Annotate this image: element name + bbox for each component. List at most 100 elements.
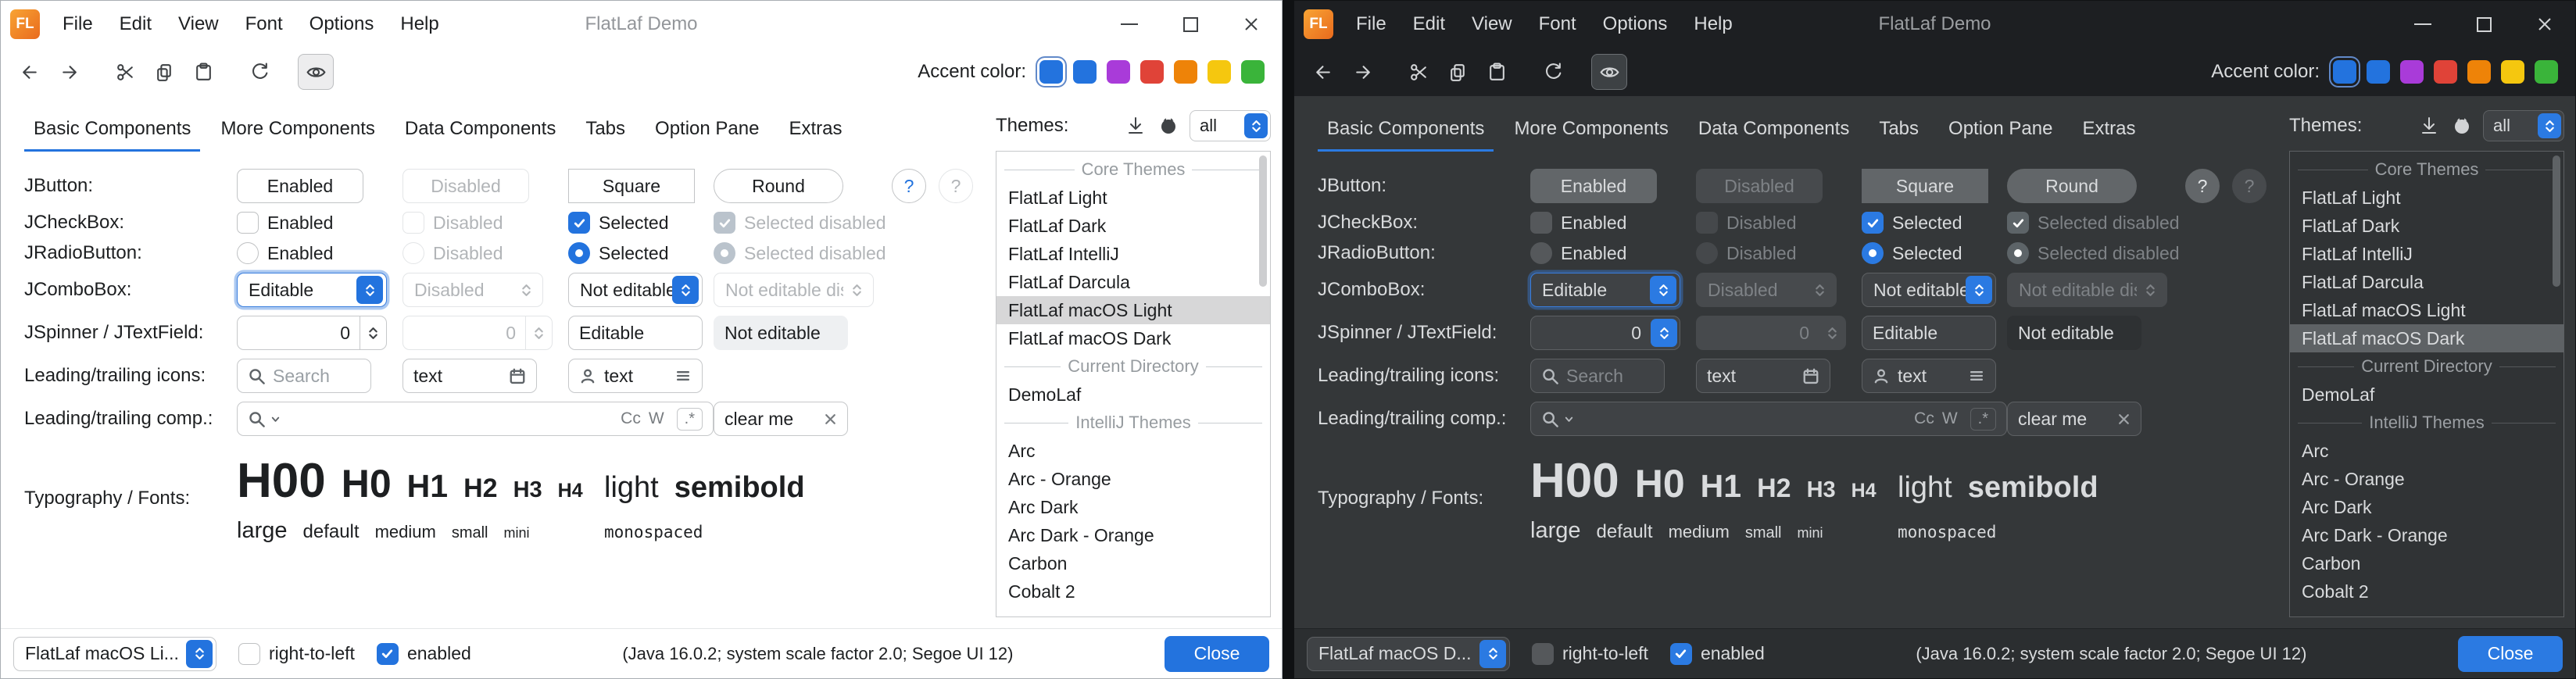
date-field[interactable]: text	[1696, 359, 1830, 393]
menu-list-icon[interactable]	[1968, 367, 1985, 384]
combobox-arrows-icon[interactable]	[1479, 640, 1506, 668]
spinner-arrows-icon[interactable]	[360, 316, 386, 349]
tab-more-components[interactable]: More Components	[211, 112, 384, 152]
theme-list-item[interactable]: FlatLaf Light	[996, 184, 1270, 212]
scrollbar-thumb[interactable]	[1259, 155, 1267, 287]
menu-options[interactable]: Options	[1590, 1, 1681, 48]
tab-basic-components[interactable]: Basic Components	[24, 112, 200, 152]
tab-tabs[interactable]: Tabs	[1869, 112, 1928, 152]
enabled-checkbox[interactable]: enabled	[377, 643, 471, 665]
theme-list-item[interactable]: Carbon	[2290, 549, 2563, 577]
regex-button[interactable]: .*	[1970, 408, 1996, 431]
spinner[interactable]: 0	[237, 316, 387, 350]
accent-swatch[interactable]	[1073, 60, 1097, 84]
calendar-icon[interactable]	[1802, 367, 1819, 384]
forward-button[interactable]	[1344, 54, 1380, 90]
regex-button[interactable]: .*	[677, 408, 703, 431]
combobox-arrows-icon[interactable]	[1966, 276, 1992, 304]
paste-button[interactable]	[1479, 54, 1515, 90]
radio-selected[interactable]: Selected	[568, 242, 714, 264]
combobox-arrows-icon[interactable]	[1244, 113, 1268, 138]
scrollbar-thumb[interactable]	[2553, 155, 2560, 287]
tab-extras[interactable]: Extras	[2073, 112, 2145, 152]
close-button[interactable]: Close	[2458, 636, 2563, 672]
square-button[interactable]: Square	[568, 169, 695, 203]
theme-list-item[interactable]: FlatLaf macOS Dark	[996, 324, 1270, 352]
search-options-field[interactable]: Cc W .*	[1530, 402, 2007, 436]
tab-basic-components[interactable]: Basic Components	[1318, 112, 1494, 152]
theme-list-item[interactable]: FlatLaf Dark	[2290, 212, 2563, 240]
clearable-field[interactable]: clear me	[714, 402, 848, 436]
search-options-field[interactable]: Cc W .*	[237, 402, 714, 436]
theme-list-item[interactable]: Arc Dark	[2290, 493, 2563, 521]
accent-swatch[interactable]	[2501, 60, 2524, 84]
help-button[interactable]: ?	[892, 169, 926, 203]
accent-swatch[interactable]	[1107, 60, 1130, 84]
accent-swatch[interactable]	[2467, 60, 2491, 84]
enabled-button[interactable]: Enabled	[237, 169, 363, 203]
accent-swatch[interactable]	[1140, 60, 1164, 84]
accent-swatch[interactable]	[1174, 60, 1197, 84]
close-window-button[interactable]	[1221, 1, 1282, 48]
enabled-button[interactable]: Enabled	[1530, 169, 1657, 203]
tab-data-components[interactable]: Data Components	[395, 112, 565, 152]
theme-list-item[interactable]: FlatLaf macOS Light	[2290, 296, 2563, 324]
download-themes-button[interactable]	[1124, 114, 1147, 138]
maximize-button[interactable]	[1160, 1, 1221, 48]
combobox-editable[interactable]: Editable	[237, 273, 387, 307]
clear-icon[interactable]	[824, 413, 837, 426]
menu-list-icon[interactable]	[674, 367, 692, 384]
menu-font[interactable]: Font	[1526, 1, 1590, 48]
right-to-left-checkbox[interactable]: right-to-left	[238, 643, 355, 665]
cut-button[interactable]	[1401, 54, 1436, 90]
combobox-arrows-icon[interactable]	[1650, 276, 1676, 304]
close-button[interactable]: Close	[1165, 636, 1269, 672]
themes-filter-combobox[interactable]: all	[2483, 110, 2564, 141]
right-to-left-checkbox[interactable]: right-to-left	[1532, 643, 1648, 665]
show-hidden-toggle-button[interactable]	[298, 54, 334, 90]
theme-list-item[interactable]: Arc Dark - Orange	[2290, 521, 2563, 549]
theme-list-item[interactable]: DemoLaf	[2290, 381, 2563, 409]
forward-button[interactable]	[51, 54, 87, 90]
theme-list-item[interactable]: Arc	[996, 437, 1270, 465]
combobox-editable[interactable]: Editable	[1530, 273, 1680, 307]
back-button[interactable]	[12, 54, 48, 90]
menu-edit[interactable]: Edit	[1400, 1, 1458, 48]
spinner[interactable]: 0	[1530, 316, 1680, 350]
github-button[interactable]	[2450, 114, 2474, 138]
minimize-button[interactable]	[1099, 1, 1160, 48]
search-field[interactable]: Search	[237, 359, 371, 393]
help-button[interactable]: ?	[2185, 169, 2220, 203]
paste-button[interactable]	[185, 54, 221, 90]
match-case-button[interactable]: Cc	[621, 409, 641, 428]
minimize-button[interactable]	[2392, 1, 2453, 48]
spinner-arrows-icon[interactable]	[1651, 319, 1677, 347]
tab-more-components[interactable]: More Components	[1504, 112, 1677, 152]
refresh-button[interactable]	[1535, 54, 1571, 90]
tab-option-pane[interactable]: Option Pane	[646, 112, 768, 152]
theme-list-item[interactable]: FlatLaf Dark	[996, 212, 1270, 240]
theme-list-item[interactable]: Carbon	[996, 549, 1270, 577]
combobox-arrows-icon[interactable]	[356, 276, 383, 304]
clearable-field[interactable]: clear me	[2007, 402, 2141, 436]
combobox-not-editable[interactable]: Not editable	[568, 273, 703, 307]
checkbox-selected[interactable]: Selected	[1862, 212, 2007, 234]
accent-swatch[interactable]	[1039, 60, 1063, 84]
menu-help[interactable]: Help	[387, 1, 452, 48]
radio-enabled[interactable]: Enabled	[1530, 242, 1696, 264]
menu-help[interactable]: Help	[1680, 1, 1745, 48]
square-button[interactable]: Square	[1862, 169, 1988, 203]
menu-view[interactable]: View	[1458, 1, 1526, 48]
combobox-not-editable[interactable]: Not editable	[1862, 273, 1996, 307]
accent-swatch[interactable]	[1241, 60, 1265, 84]
radio-enabled[interactable]: Enabled	[237, 242, 402, 264]
theme-list-item[interactable]: FlatLaf Darcula	[2290, 268, 2563, 296]
tab-data-components[interactable]: Data Components	[1689, 112, 1859, 152]
back-button[interactable]	[1305, 54, 1341, 90]
laf-combobox[interactable]: FlatLaf macOS Li...	[13, 637, 216, 671]
accent-swatch[interactable]	[2400, 60, 2424, 84]
checkbox-enabled[interactable]: Enabled	[1530, 212, 1696, 234]
laf-combobox[interactable]: FlatLaf macOS D...	[1307, 637, 1510, 671]
combobox-arrows-icon[interactable]	[672, 276, 699, 304]
combobox-arrows-icon[interactable]	[186, 640, 213, 668]
